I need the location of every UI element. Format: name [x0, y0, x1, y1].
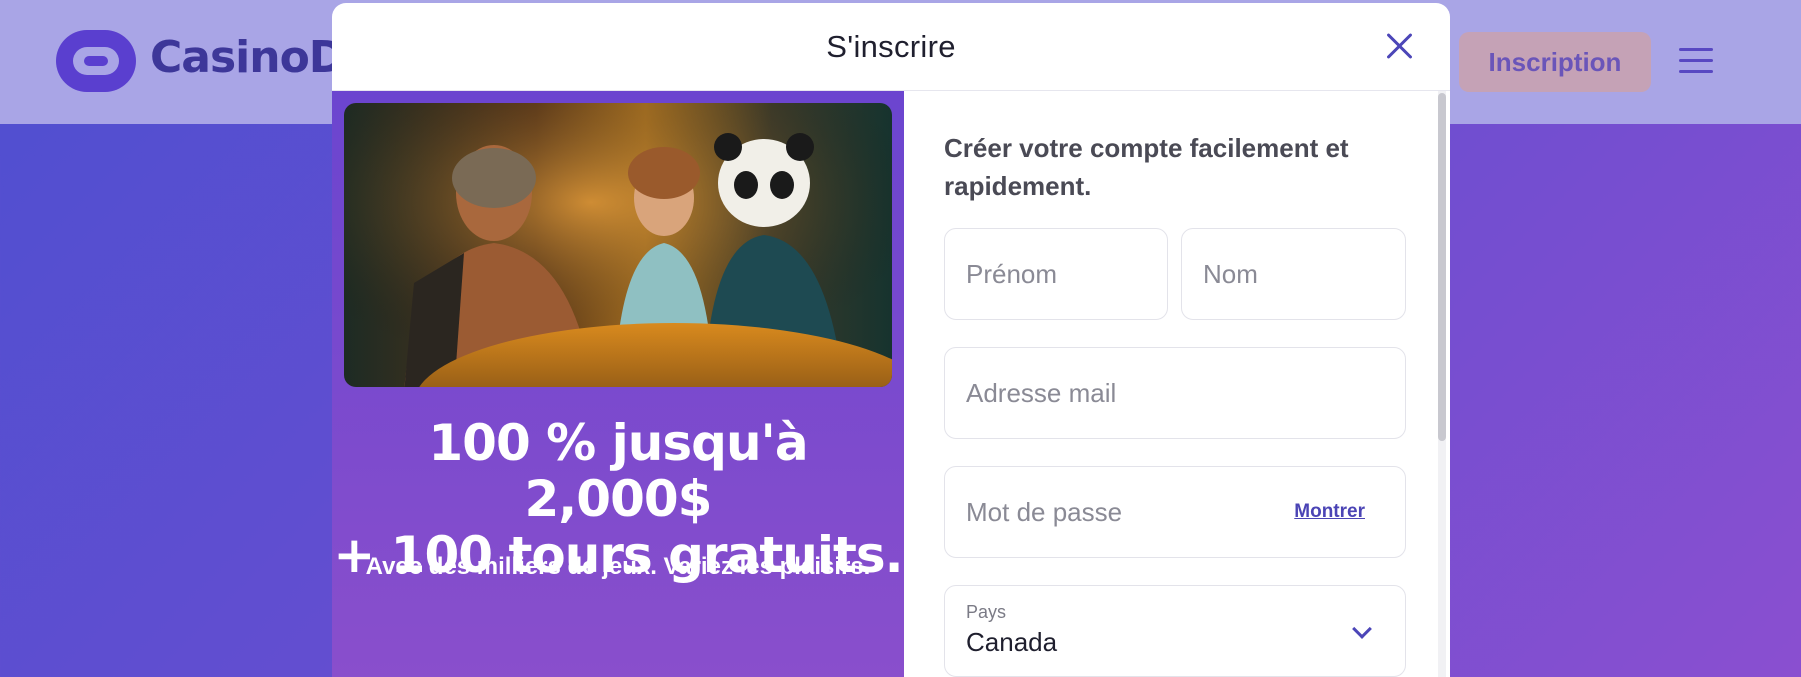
show-password-link[interactable]: Montrer	[1294, 501, 1365, 523]
last-name-field[interactable]: Nom	[1181, 228, 1406, 320]
signup-button[interactable]: Inscription	[1459, 32, 1651, 92]
password-field[interactable]: Mot de passe Montrer	[944, 466, 1406, 558]
first-name-field[interactable]: Prénom	[944, 228, 1168, 320]
first-name-placeholder: Prénom	[966, 258, 1058, 289]
modal-header: S'inscrire	[332, 3, 1450, 91]
scrollbar-thumb[interactable]	[1438, 93, 1446, 441]
promo-headline-line1: 100 % jusqu'à 2,000$	[428, 414, 808, 528]
country-select[interactable]: Pays Canada	[944, 585, 1406, 677]
email-placeholder: Adresse mail	[966, 377, 1117, 408]
promo-panel: 100 % jusqu'à 2,000$ + 100 tours gratuit…	[332, 91, 904, 677]
country-value: Canada	[966, 627, 1058, 657]
casino-logo-icon	[56, 30, 136, 92]
signup-modal: S'inscrire 100 % jusqu'à 2,000$ + 100 to…	[332, 3, 1450, 677]
country-label: Pays	[966, 602, 1007, 622]
promo-image	[344, 103, 892, 387]
promo-subtext: Avec des milliers de jeux. Variez les pl…	[365, 553, 871, 580]
password-placeholder: Mot de passe	[966, 496, 1123, 527]
hamburger-menu-icon[interactable]	[1679, 48, 1713, 76]
email-field[interactable]: Adresse mail	[944, 347, 1406, 439]
last-name-placeholder: Nom	[1203, 258, 1258, 289]
signup-form: Créer votre compte facilement et rapidem…	[904, 91, 1450, 677]
promo-illustration	[344, 103, 892, 387]
form-intro: Créer votre compte facilement et rapidem…	[944, 133, 1349, 201]
close-icon[interactable]	[1384, 31, 1414, 61]
modal-title: S'inscrire	[826, 28, 956, 64]
